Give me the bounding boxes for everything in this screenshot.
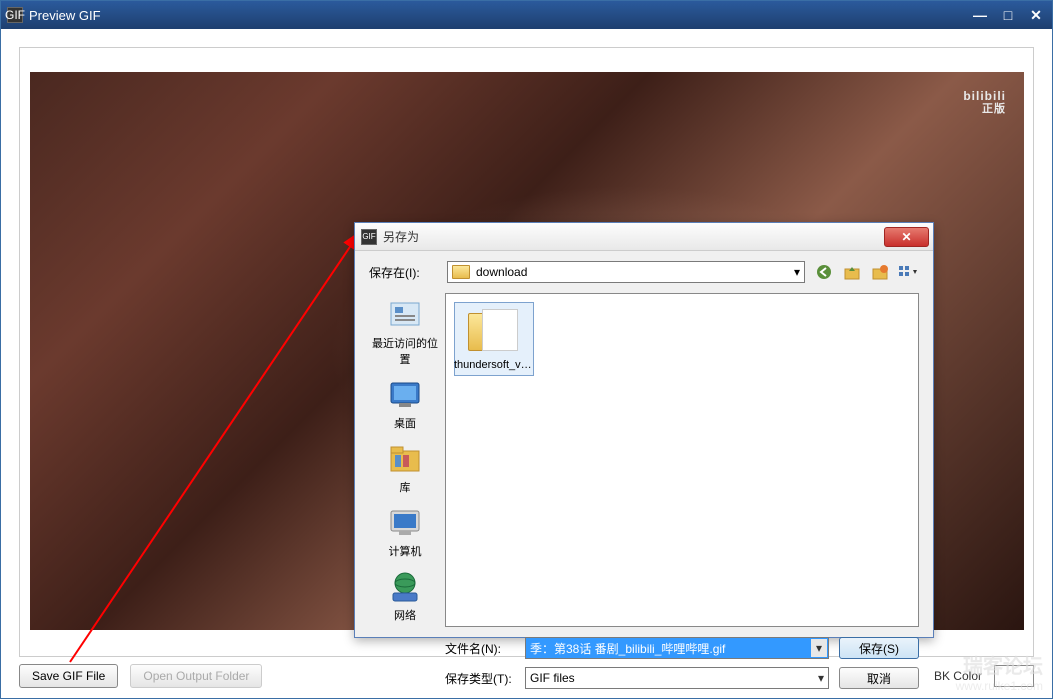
up-folder-icon[interactable] bbox=[841, 262, 863, 282]
save-in-value: download bbox=[476, 265, 527, 279]
save-as-dialog: GIF 另存为 ✕ 保存在(I): download ▾ 最近访问的位置 bbox=[354, 222, 934, 638]
place-computer[interactable]: 计算机 bbox=[369, 501, 441, 563]
save-in-label: 保存在(I): bbox=[369, 264, 439, 281]
window-title: Preview GIF bbox=[29, 8, 970, 23]
folder-name: thundersoft_vid... bbox=[454, 359, 534, 371]
filetype-label: 保存类型(T): bbox=[445, 670, 515, 687]
folder-item[interactable]: thundersoft_vid... bbox=[454, 302, 534, 376]
place-network[interactable]: 网络 bbox=[369, 565, 441, 627]
open-output-folder-button: Open Output Folder bbox=[130, 664, 262, 688]
filetype-dropdown[interactable]: GIF files ▾ bbox=[525, 667, 829, 689]
filename-row: 文件名(N): 季：第38话 番剧_bilibili_哔哩哔哩.gif ▾ 保存… bbox=[369, 637, 919, 659]
save-gif-file-button[interactable]: Save GIF File bbox=[19, 664, 118, 688]
main-titlebar[interactable]: GIF Preview GIF — □ ✕ bbox=[1, 1, 1052, 29]
places-panel: 最近访问的位置 桌面 库 计算机 网络 bbox=[369, 293, 441, 627]
bk-color-label: BK Color bbox=[934, 669, 982, 683]
cancel-button[interactable]: 取消 bbox=[839, 667, 919, 689]
app-icon: GIF bbox=[7, 7, 23, 23]
chevron-down-icon: ▾ bbox=[794, 265, 800, 279]
place-library[interactable]: 库 bbox=[369, 437, 441, 499]
maximize-button[interactable]: □ bbox=[998, 7, 1018, 23]
dialog-close-button[interactable]: ✕ bbox=[884, 227, 929, 247]
file-list-area[interactable]: thundersoft_vid... bbox=[445, 293, 919, 627]
filetype-row: 保存类型(T): GIF files ▾ 取消 bbox=[369, 667, 919, 689]
bk-color-swatch[interactable] bbox=[994, 665, 1034, 687]
save-in-row: 保存在(I): download ▾ bbox=[369, 261, 919, 283]
dialog-titlebar[interactable]: GIF 另存为 ✕ bbox=[355, 223, 933, 251]
dialog-title: 另存为 bbox=[383, 228, 884, 245]
save-button[interactable]: 保存(S) bbox=[839, 637, 919, 659]
place-recent[interactable]: 最近访问的位置 bbox=[369, 293, 441, 371]
back-icon[interactable] bbox=[813, 262, 835, 282]
chevron-down-icon: ▾ bbox=[811, 639, 827, 657]
minimize-button[interactable]: — bbox=[970, 7, 990, 23]
folder-icon bbox=[452, 265, 470, 279]
place-desktop[interactable]: 桌面 bbox=[369, 373, 441, 435]
dialog-icon: GIF bbox=[361, 229, 377, 245]
filename-input[interactable]: 季：第38话 番剧_bilibili_哔哩哔哩.gif ▾ bbox=[525, 637, 829, 659]
view-menu-icon[interactable] bbox=[897, 262, 919, 282]
folder-icon bbox=[466, 307, 522, 355]
chevron-down-icon: ▾ bbox=[818, 671, 824, 685]
save-in-dropdown[interactable]: download ▾ bbox=[447, 261, 805, 283]
filename-label: 文件名(N): bbox=[445, 640, 515, 657]
close-button[interactable]: ✕ bbox=[1026, 7, 1046, 23]
new-folder-icon[interactable] bbox=[869, 262, 891, 282]
bilibili-watermark: bilibili 正版 bbox=[963, 84, 1006, 115]
